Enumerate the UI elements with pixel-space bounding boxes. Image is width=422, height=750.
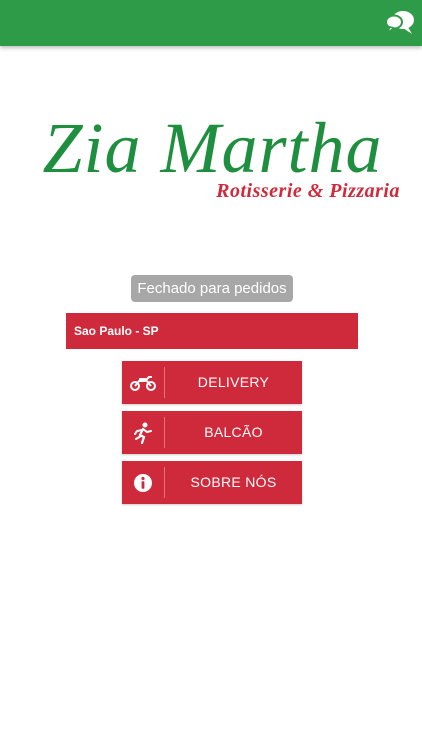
about-us-button[interactable]: SOBRE NÓS <box>122 461 302 504</box>
counter-pickup-button[interactable]: BALCÃO <box>122 411 302 454</box>
motorcycle-icon <box>130 375 156 391</box>
info-icon <box>134 473 152 492</box>
logo-subtitle: Rotisserie & Pizzaria <box>216 180 400 202</box>
about-us-label: SOBRE NÓS <box>190 474 277 490</box>
delivery-label: DELIVERY <box>197 374 270 390</box>
delivery-button[interactable]: DELIVERY <box>122 361 302 404</box>
chat-button[interactable] <box>384 8 416 38</box>
top-bar <box>0 0 422 46</box>
logo-title: Zia Martha <box>42 108 383 188</box>
store-status-badge: Fechado para pedidos <box>131 275 293 302</box>
counter-pickup-label: BALCÃO <box>204 424 263 440</box>
brand-logo: Zia Martha Rotisserie & Pizzaria <box>0 108 422 218</box>
chat-bubbles-icon <box>385 11 414 34</box>
city-selector[interactable]: Sao Paulo - SP <box>66 313 358 349</box>
city-label: Sao Paulo - SP <box>74 324 159 338</box>
running-person-icon <box>134 422 152 444</box>
